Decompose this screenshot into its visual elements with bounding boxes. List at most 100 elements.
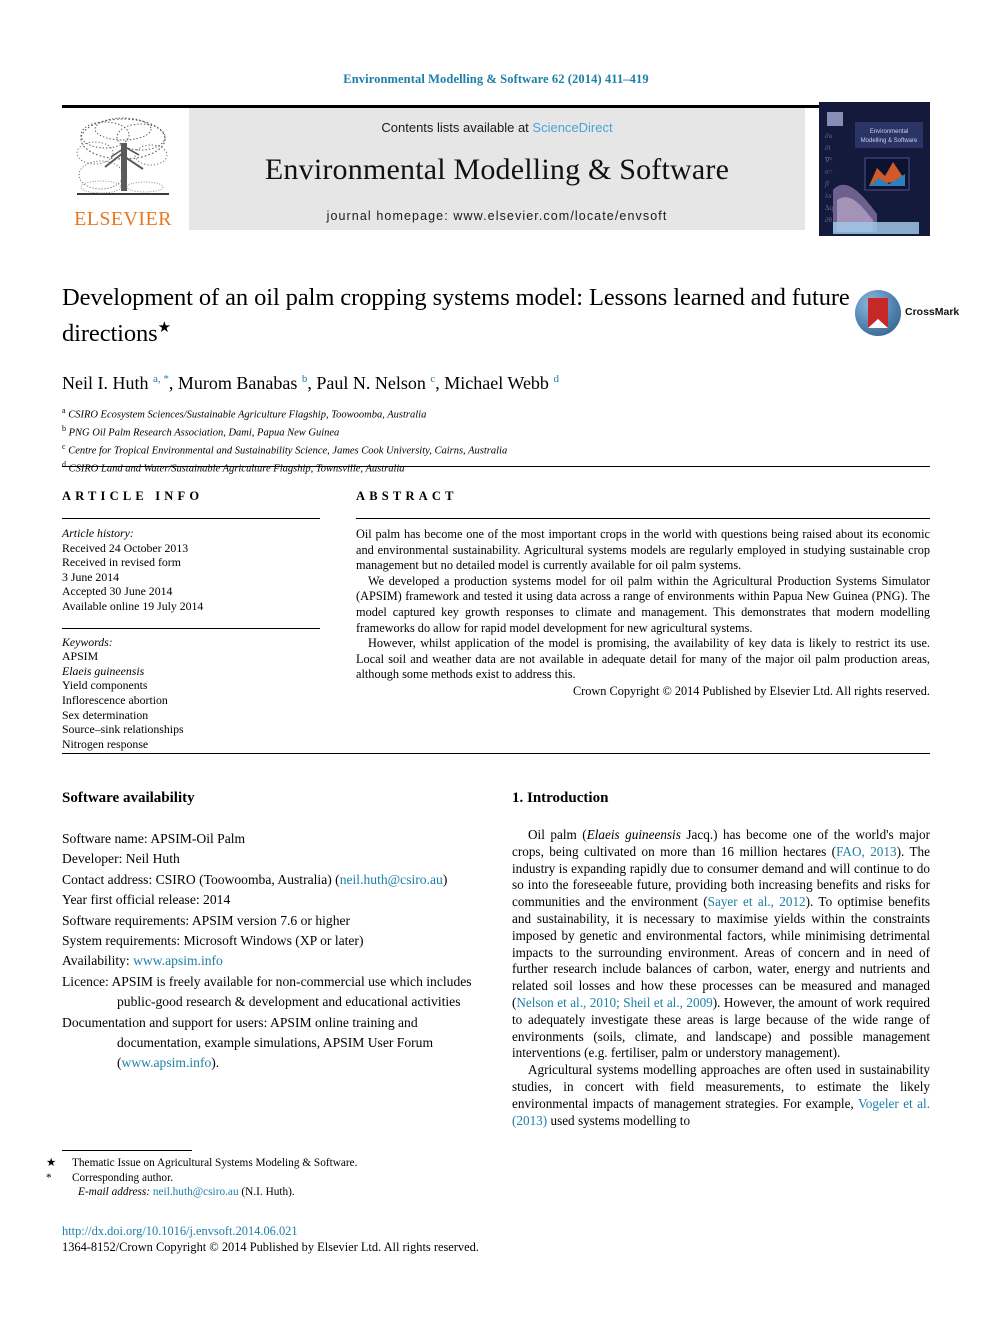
issn-copyright-line: 1364-8152/Crown Copyright © 2014 Publish… bbox=[62, 1240, 479, 1254]
sw-label: Software name: bbox=[62, 831, 148, 846]
svg-text:∫f: ∫f bbox=[824, 180, 830, 188]
keyword-item: Yield components bbox=[62, 678, 148, 693]
journal-cover-thumbnail: Environmental Modelling & Software ∂u ∂t … bbox=[819, 102, 930, 236]
abstract-paragraph: Oil palm has become one of the most impo… bbox=[356, 527, 930, 573]
sw-value: Microsoft Windows (XP or later) bbox=[180, 933, 364, 949]
sw-value: 2014 bbox=[199, 892, 231, 908]
sw-after: ). bbox=[211, 1055, 220, 1071]
sw-label: Licence: bbox=[62, 973, 109, 989]
paper-page: Environmental Modelling & Software 62 (2… bbox=[0, 0, 992, 1323]
svg-text:σ=: σ= bbox=[825, 168, 833, 176]
sw-label: Availability: bbox=[62, 953, 130, 969]
contents-prefix: Contents lists available at bbox=[381, 120, 533, 135]
svg-text:λx: λx bbox=[825, 192, 832, 200]
footnote-rule bbox=[62, 1150, 192, 1151]
sw-label: Developer: bbox=[62, 851, 123, 867]
svg-text:Δq: Δq bbox=[825, 204, 834, 212]
footnote-email: E-mail address: neil.huth@csiro.au (N.I.… bbox=[62, 1185, 482, 1200]
journal-banner: ELSEVIER Contents lists available at Sci… bbox=[62, 102, 930, 236]
abstract-paragraph: However, whilst application of the model… bbox=[356, 636, 930, 682]
introduction-body: Oil palm (Elaeis guineensis Jacq.) has b… bbox=[512, 827, 930, 1129]
sw-after: ) bbox=[442, 871, 448, 887]
abstract-heading: ABSTRACT bbox=[356, 489, 458, 503]
keyword-item: Inflorescence abortion bbox=[62, 692, 168, 707]
abstract-rule bbox=[356, 518, 930, 519]
article-history: Article history: Received 24 October 201… bbox=[62, 526, 320, 614]
abstract-column: ABSTRACT Oil palm has become one of the … bbox=[356, 489, 930, 700]
footnote-thematic: ★ Thematic Issue on Agricultural Systems … bbox=[46, 1156, 482, 1171]
introduction-paragraph: Agricultural systems modelling approache… bbox=[512, 1062, 930, 1128]
sw-value: Neil Huth bbox=[122, 851, 180, 867]
footnote-asterisk-symbol: * bbox=[46, 1171, 52, 1184]
email-owner: (N.I. Huth). bbox=[241, 1186, 295, 1199]
svg-text:Environmental: Environmental bbox=[870, 129, 908, 135]
journal-homepage[interactable]: journal homepage: www.elsevier.com/locat… bbox=[327, 209, 668, 223]
keyword-item: Elaeis guineensis bbox=[62, 663, 145, 678]
sw-label: Contact address: bbox=[62, 871, 153, 887]
software-availability-column: Software availability Software name: APS… bbox=[62, 790, 477, 1074]
svg-text:∇²: ∇² bbox=[824, 156, 832, 164]
history-item: Received 24 October 2013 bbox=[62, 540, 189, 555]
cover-art: Environmental Modelling & Software ∂u∂t … bbox=[819, 102, 930, 236]
running-head: Environmental Modelling & Software 62 (2… bbox=[343, 72, 649, 86]
sw-item-documentation: Documentation and support for users: APS… bbox=[62, 1013, 477, 1074]
paper-title-text: Development of an oil palm cropping syst… bbox=[62, 284, 850, 348]
sw-value: APSIM is freely available for non-commer… bbox=[108, 973, 472, 1010]
introduction-heading: 1. Introduction bbox=[512, 790, 609, 806]
sw-item-software-requirements: Software requirements: APSIM version 7.6… bbox=[62, 911, 477, 931]
article-info-column: ARTICLE INFO Article history: Received 2… bbox=[62, 489, 320, 751]
svg-text:∂u: ∂u bbox=[825, 132, 832, 140]
sciencedirect-link[interactable]: ScienceDirect bbox=[532, 120, 612, 135]
sw-value: CSIRO (Toowoomba, Australia) ( bbox=[152, 871, 340, 887]
history-item: Accepted 30 June 2014 bbox=[62, 584, 173, 599]
keyword-item: Sex determination bbox=[62, 707, 149, 722]
abstract-body: Oil palm has become one of the most impo… bbox=[356, 527, 930, 700]
article-history-label: Article history: bbox=[62, 526, 134, 540]
svg-text:∂t: ∂t bbox=[825, 144, 830, 152]
sw-label: Software requirements: bbox=[62, 912, 190, 928]
author-email-link[interactable]: neil.huth@csiro.au bbox=[153, 1186, 239, 1198]
abstract-bottom-rule bbox=[62, 753, 930, 754]
sw-item-software-name: Software name: APSIM-Oil Palm bbox=[62, 829, 477, 849]
keyword-item: APSIM bbox=[62, 649, 99, 664]
software-availability-heading: Software availability bbox=[62, 790, 195, 806]
sw-label: Year first official release: bbox=[62, 892, 200, 908]
sw-item-system-requirements: System requirements: Microsoft Windows (… bbox=[62, 931, 477, 951]
sw-item-contact-address: Contact address: CSIRO (Toowoomba, Austr… bbox=[62, 870, 477, 890]
keyword-item: Source–sink relationships bbox=[62, 722, 184, 737]
page-title: Development of an oil palm cropping syst… bbox=[62, 282, 852, 349]
sw-label: Documentation and support for users: bbox=[62, 1014, 268, 1030]
email-address-label: E-mail address: bbox=[78, 1186, 151, 1199]
introduction-column: 1. Introduction Oil palm (Elaeis guineen… bbox=[512, 790, 930, 1129]
introduction-paragraph: Oil palm (Elaeis guineensis Jacq.) has b… bbox=[512, 827, 930, 1061]
availability-url-link[interactable]: www.apsim.info bbox=[133, 953, 223, 968]
article-info-rule bbox=[62, 518, 320, 519]
software-availability-list: Software name: APSIM-Oil Palm Developer:… bbox=[62, 829, 477, 1074]
svg-text:∂θ: ∂θ bbox=[825, 216, 832, 224]
footnote-star-symbol: ★ bbox=[46, 1157, 57, 1169]
crossmark-badge-group[interactable]: CrossMark bbox=[855, 288, 959, 340]
sw-item-developer: Developer: Neil Huth bbox=[62, 849, 477, 869]
sw-label: System requirements: bbox=[62, 933, 181, 949]
crossmark-bookmark-shape bbox=[868, 298, 888, 328]
sw-item-year-release: Year first official release: 2014 bbox=[62, 890, 477, 910]
documentation-url-link[interactable]: www.apsim.info bbox=[122, 1055, 212, 1070]
crossmark-icon bbox=[855, 290, 901, 336]
page-footer: http://dx.doi.org/10.1016/j.envsoft.2014… bbox=[62, 1223, 622, 1255]
footnote-corresponding: * Corresponding author. bbox=[46, 1171, 482, 1186]
footnote-thematic-text: Thematic Issue on Agricultural Systems M… bbox=[72, 1157, 358, 1169]
contact-email-link[interactable]: neil.huth@csiro.au bbox=[340, 872, 443, 887]
history-item: Received in revised form bbox=[62, 555, 181, 570]
sw-item-availability: Availability: www.apsim.info bbox=[62, 951, 477, 971]
title-footnote-symbol: ★ bbox=[157, 320, 171, 336]
journal-title: Environmental Modelling & Software bbox=[264, 153, 730, 186]
history-item: 3 June 2014 bbox=[62, 569, 120, 584]
sw-value: APSIM-Oil Palm bbox=[147, 831, 246, 846]
keywords-label: Keywords: bbox=[62, 634, 113, 649]
banner-center: Contents lists available at ScienceDirec… bbox=[189, 108, 805, 230]
doi-link[interactable]: http://dx.doi.org/10.1016/j.envsoft.2014… bbox=[62, 1223, 622, 1239]
sw-item-licence: Licence: APSIM is freely available for n… bbox=[62, 972, 477, 1013]
crossmark-label: CrossMark bbox=[905, 306, 960, 318]
keywords-rule bbox=[62, 627, 320, 629]
author-list: Neil I. Huth a, *, Murom Banabas b, Paul… bbox=[62, 373, 559, 394]
